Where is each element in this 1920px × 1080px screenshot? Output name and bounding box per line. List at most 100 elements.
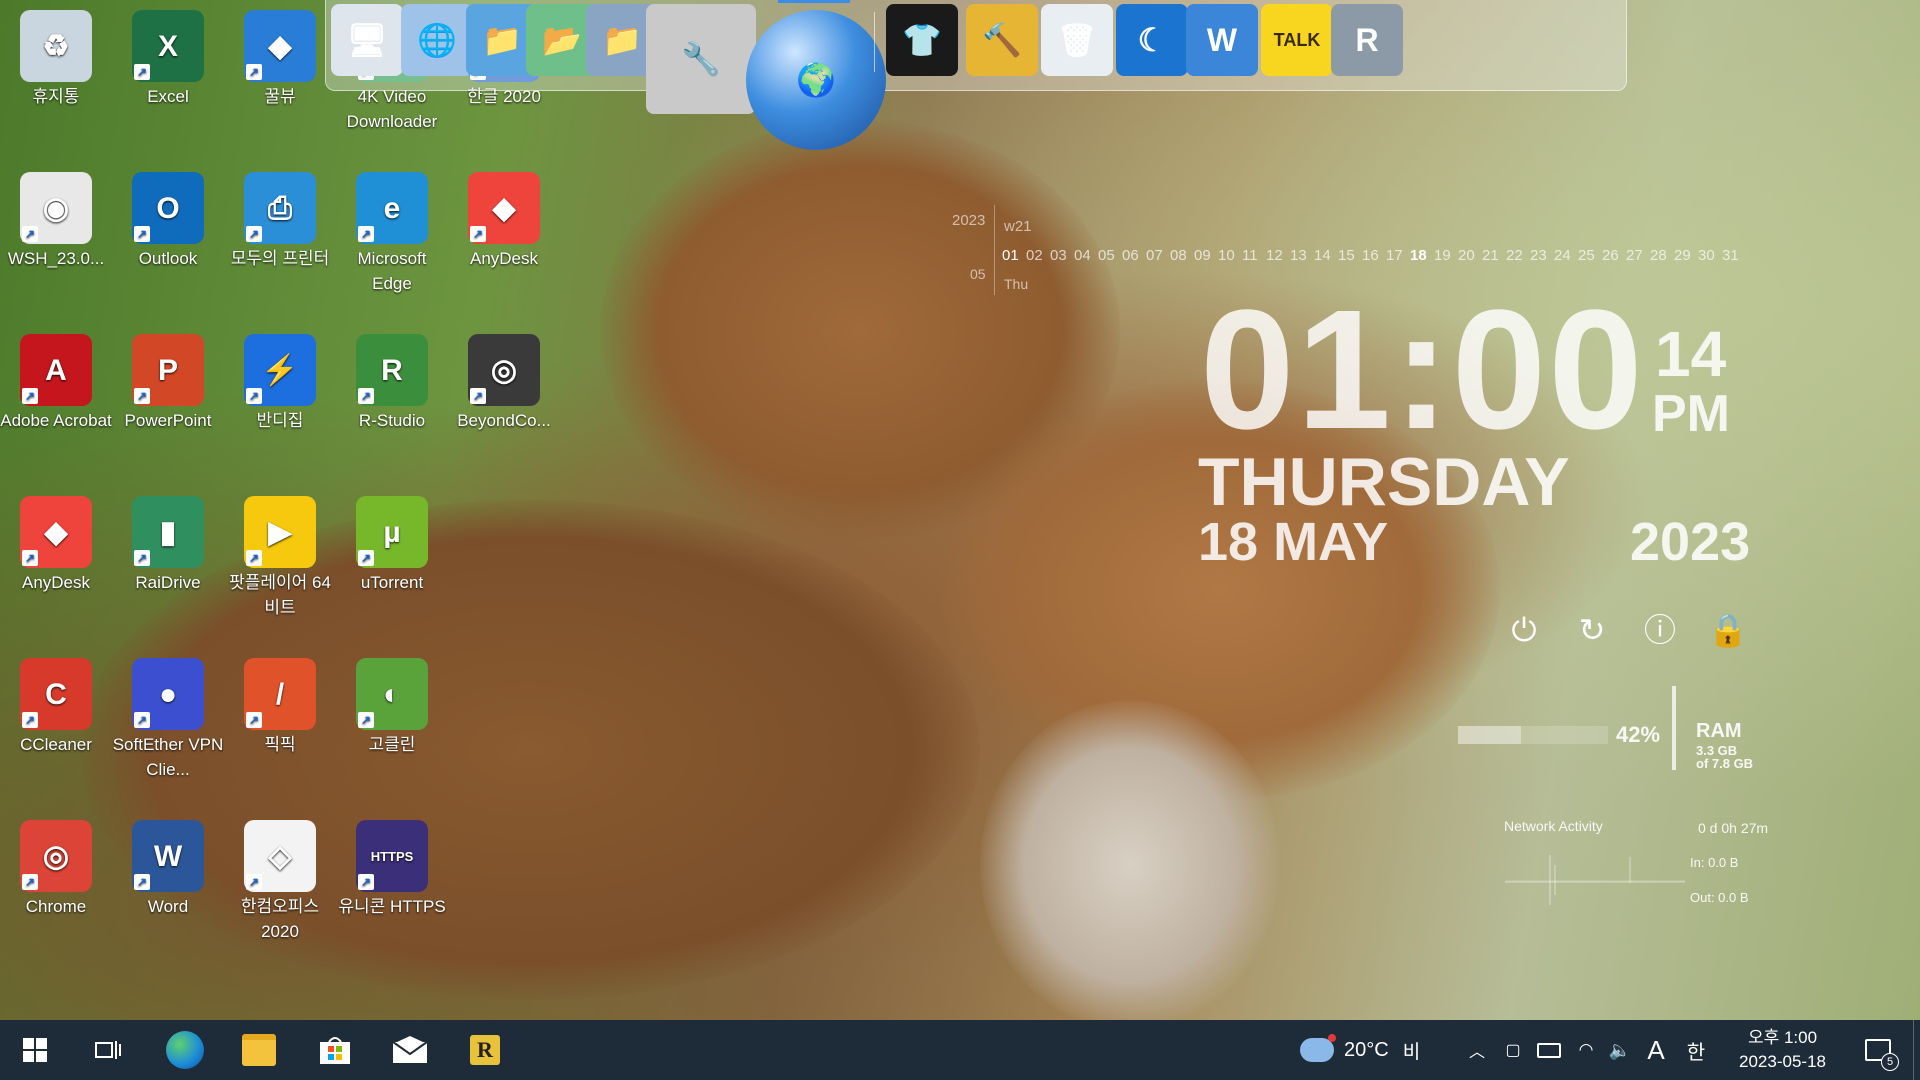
- app-icon-glyph: C: [45, 677, 67, 711]
- desktop-icon[interactable]: ◎ ↗ Chrome: [0, 820, 112, 919]
- calendar-day: 10: [1218, 247, 1235, 264]
- desktop-icon-label: 픽픽: [264, 735, 296, 754]
- desktop-icon[interactable]: ◐ ↗ 고클린: [336, 658, 448, 757]
- shortcut-arrow-icon: ↗: [22, 550, 38, 566]
- clock-seconds: 14: [1655, 318, 1727, 390]
- shield-w-icon[interactable]: W: [1186, 4, 1258, 76]
- desktop-icon[interactable]: ◉ ↗ WSH_23.0...: [0, 172, 112, 271]
- lock-icon[interactable]: 🔒: [1708, 610, 1748, 650]
- taskbar-registry-app[interactable]: R: [450, 1020, 520, 1080]
- desktop-icon[interactable]: ◆ ↗ AnyDesk: [448, 172, 560, 271]
- ime-language-indicator[interactable]: 한: [1683, 1020, 1709, 1080]
- task-view-button[interactable]: [73, 1020, 143, 1080]
- globe-rocket-icon[interactable]: 🌍: [746, 10, 886, 150]
- taskbar-mail[interactable]: [375, 1020, 445, 1080]
- desktop-icon-label: 고클린: [368, 735, 416, 754]
- calendar-day: 21: [1482, 247, 1499, 264]
- desktop-icon-label: uTorrent: [360, 573, 424, 592]
- desktop-icon[interactable]: ◆ ↗ 꿀뷰: [224, 10, 336, 109]
- desktop-icon[interactable]: / ↗ 픽픽: [224, 658, 336, 757]
- app-icon: e ↗: [356, 172, 428, 244]
- computer-icon[interactable]: 🖥: [331, 4, 403, 76]
- ram-total: of 7.8 GB: [1696, 756, 1754, 771]
- calendar-day: 26: [1602, 247, 1619, 264]
- weather-widget[interactable]: 20°C 비: [1300, 1020, 1420, 1080]
- app-icon-glyph: ♻: [42, 29, 70, 63]
- desktop-icon[interactable]: C ↗ CCleaner: [0, 658, 112, 757]
- app-icon: ◉ ↗: [20, 172, 92, 244]
- recycle-bin-icon[interactable]: 🗑: [1041, 4, 1113, 76]
- hammer-icon[interactable]: 🔨: [966, 4, 1038, 76]
- calendar-day: 06: [1122, 247, 1139, 264]
- desktop-icon[interactable]: ▶ ↗ 팟플레이어 64 비트: [224, 496, 336, 620]
- calendar-day: 08: [1170, 247, 1187, 264]
- app-icon-glyph: ◎: [490, 353, 518, 387]
- shortcut-arrow-icon: ↗: [134, 874, 150, 890]
- app-icon-glyph: O: [156, 191, 180, 225]
- desktop-icon[interactable]: ◎ ↗ BeyondCo...: [448, 334, 560, 433]
- app-icon-glyph: P: [157, 353, 178, 387]
- power-icon[interactable]: ⏻: [1504, 610, 1544, 650]
- calendar-day: 09: [1194, 247, 1211, 264]
- ime-mode-indicator[interactable]: A: [1643, 1020, 1669, 1080]
- tray-battery-icon[interactable]: [1536, 1020, 1562, 1080]
- desktop-icon-label: AnyDesk: [469, 249, 539, 268]
- taskbar-edge[interactable]: [150, 1020, 220, 1080]
- desktop-icon-label: RaiDrive: [135, 573, 201, 592]
- network-graph: [1505, 855, 1685, 905]
- desktop-icon-label: Adobe Acrobat: [0, 411, 112, 430]
- registry-icon[interactable]: R: [1331, 4, 1403, 76]
- app-icon: ● ↗: [132, 658, 204, 730]
- folder-icon: [242, 1034, 276, 1066]
- calendar-day: 07: [1146, 247, 1163, 264]
- desktop-icon[interactable]: ▮ ↗ RaiDrive: [112, 496, 224, 595]
- app-icon-glyph: HTTPS: [370, 848, 414, 864]
- desktop-icon[interactable]: HTTPS ↗ 유니콘 HTTPS: [336, 820, 448, 919]
- weather-rain-icon: [1300, 1034, 1336, 1062]
- shortcut-arrow-icon: ↗: [22, 388, 38, 404]
- calendar-day: 28: [1650, 247, 1667, 264]
- desktop-icon-label: BeyondCo...: [457, 411, 551, 430]
- taskbar-file-explorer[interactable]: [224, 1020, 294, 1080]
- ram-divider: [1672, 686, 1676, 770]
- desktop-icon[interactable]: ⎙ ↗ 모두의 프린터: [224, 172, 336, 271]
- calendar-day: 22: [1506, 247, 1523, 264]
- desktop-icon[interactable]: µ ↗ uTorrent: [336, 496, 448, 595]
- taskbar-store[interactable]: [300, 1020, 370, 1080]
- tools-icon[interactable]: 🔧: [646, 4, 756, 114]
- desktop-icon[interactable]: ● ↗ SoftEther VPN Clie...: [112, 658, 224, 782]
- desktop-icon[interactable]: ⚡ ↗ 반디집: [224, 334, 336, 433]
- logoff-icon[interactable]: ⓘ: [1640, 610, 1680, 650]
- tray-overflow-button[interactable]: ︿: [1465, 1020, 1489, 1080]
- desktop-icon-label: 꿀뷰: [264, 87, 296, 106]
- desktop-icon[interactable]: ◆ ↗ AnyDesk: [0, 496, 112, 595]
- app-icon-glyph: ▶: [268, 515, 292, 549]
- kakaotalk-icon[interactable]: TALK: [1261, 4, 1333, 76]
- desktop-icon[interactable]: e ↗ Microsoft Edge: [336, 172, 448, 296]
- app-icon-glyph: ●: [158, 677, 178, 711]
- show-desktop-button[interactable]: [1913, 1020, 1920, 1080]
- desktop-icon[interactable]: ♻ 휴지통: [0, 10, 112, 109]
- notification-center-button[interactable]: 5: [1858, 1020, 1899, 1080]
- desktop-icon[interactable]: W ↗ Word: [112, 820, 224, 919]
- shortcut-arrow-icon: ↗: [134, 550, 150, 566]
- tray-volume-icon[interactable]: 🔈: [1607, 1020, 1633, 1080]
- network-out: Out: 0.0 B: [1690, 890, 1749, 905]
- shortcut-arrow-icon: ↗: [246, 712, 262, 728]
- store-icon: [320, 1037, 350, 1064]
- tray-wifi-icon[interactable]: ◠: [1573, 1020, 1599, 1080]
- desktop-icon[interactable]: ◇ ↗ 한컴오피스 2020: [224, 820, 336, 944]
- network-globe-icon[interactable]: 🌐: [401, 4, 473, 76]
- desktop-icon[interactable]: X ↗ Excel: [112, 10, 224, 109]
- desktop-icon[interactable]: A ↗ Adobe Acrobat: [0, 334, 112, 433]
- tshirt-icon[interactable]: 👕: [886, 4, 958, 76]
- tray-device-icon[interactable]: ▢: [1501, 1020, 1525, 1080]
- start-button[interactable]: [0, 1020, 70, 1080]
- taskbar-clock[interactable]: 오후 1:00 2023-05-18: [1720, 1020, 1845, 1080]
- moon-icon[interactable]: ☾: [1116, 4, 1188, 76]
- restart-icon[interactable]: ↻: [1572, 610, 1612, 650]
- desktop-icon-label: 반디집: [256, 411, 304, 430]
- desktop-icon[interactable]: R ↗ R-Studio: [336, 334, 448, 433]
- desktop-icon[interactable]: P ↗ PowerPoint: [112, 334, 224, 433]
- desktop-icon[interactable]: O ↗ Outlook: [112, 172, 224, 271]
